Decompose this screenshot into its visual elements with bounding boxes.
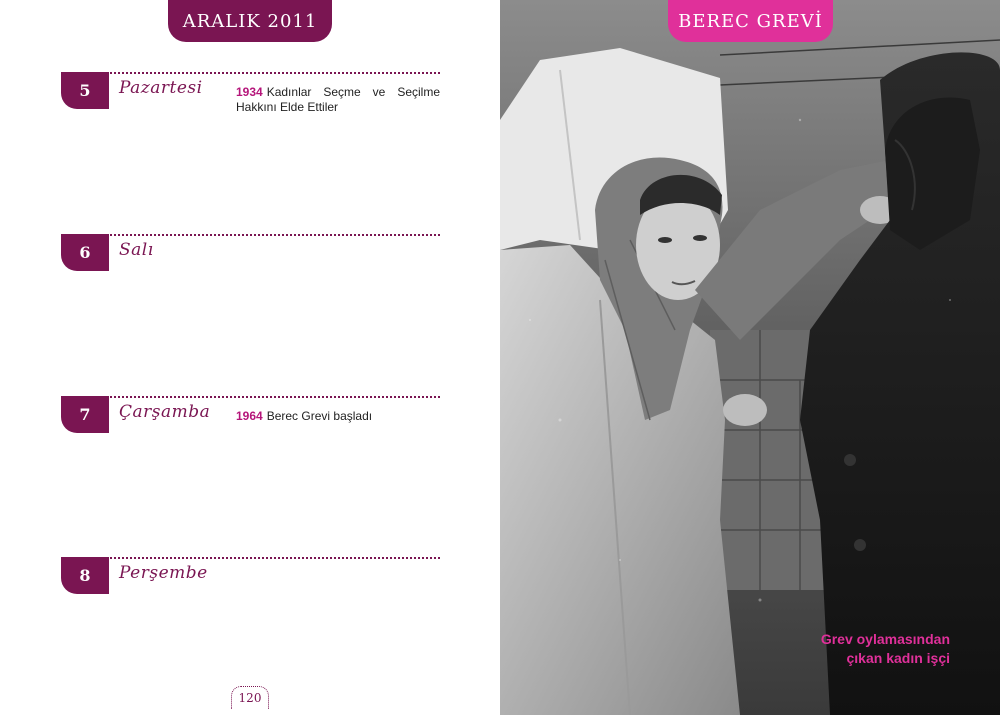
event-description: Kadınlar Seçme ve Seçilme Hakkını Elde E… bbox=[236, 85, 440, 114]
caption-line-2: çıkan kadın işçi bbox=[846, 650, 951, 666]
day-name: Çarşamba bbox=[119, 402, 211, 422]
strike-photo bbox=[500, 0, 1000, 715]
right-page: BEREC GREVİ Grev oylamasından çıkan kadı… bbox=[500, 0, 1000, 715]
day-number: 5 bbox=[61, 72, 109, 109]
day-number: 7 bbox=[61, 396, 109, 433]
caption-line-1: Grev oylamasından bbox=[820, 631, 950, 647]
event-text: 1934 Kadınlar Seçme ve Seçilme Hakkını El… bbox=[236, 85, 440, 115]
day-name: Perşembe bbox=[119, 563, 208, 583]
divider bbox=[65, 557, 440, 559]
event-year: 1934 bbox=[236, 85, 263, 99]
day-name: Pazartesi bbox=[119, 78, 203, 98]
day-number: 8 bbox=[61, 557, 109, 594]
divider bbox=[65, 234, 440, 236]
page-number: 120 bbox=[231, 686, 269, 709]
event-text: 1964 Berec Grevi başladı bbox=[236, 409, 440, 424]
section-header: BEREC GREVİ bbox=[668, 0, 833, 42]
photo-caption: Grev oylamasından çıkan kadın işçi bbox=[821, 630, 950, 668]
day-name: Salı bbox=[119, 240, 154, 260]
divider bbox=[65, 72, 440, 74]
left-page: ARALIK 2011 5 Pazartesi 1934 Kadınlar Seç… bbox=[0, 0, 500, 715]
day-number: 6 bbox=[61, 234, 109, 271]
divider bbox=[65, 396, 440, 398]
event-description: Berec Grevi başladı bbox=[266, 409, 373, 423]
month-header: ARALIK 2011 bbox=[168, 0, 332, 42]
event-year: 1964 bbox=[236, 409, 263, 423]
